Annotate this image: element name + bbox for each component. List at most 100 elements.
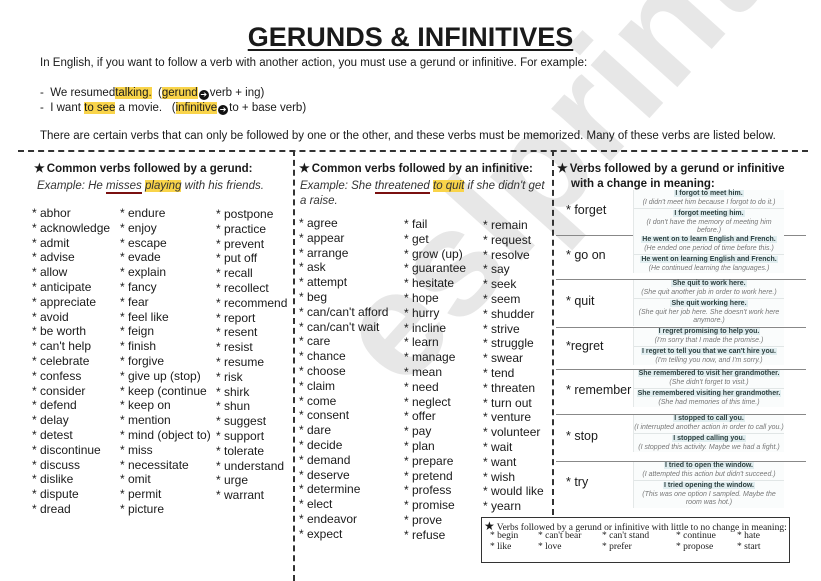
- verb-item: * feign: [120, 324, 155, 339]
- example-sentence: She quit to work here.: [671, 280, 747, 287]
- verb-item: * consent: [299, 408, 350, 423]
- verb-item: * yearn: [483, 499, 522, 514]
- meaning-verb: * try: [566, 475, 589, 489]
- verb-item: * mention: [120, 413, 171, 428]
- example-sentence: He went on learning English and French.: [640, 256, 778, 263]
- example-explanation: (He ended one period of time before this…: [644, 244, 774, 252]
- verb-item: * acknowledge: [32, 220, 111, 235]
- verb-item: * be worth: [32, 324, 87, 339]
- example-explanation: (I attempted this action but didn't succ…: [642, 470, 776, 478]
- verb-item: * venture: [483, 410, 532, 425]
- verb-item: * decide: [299, 437, 343, 452]
- verb-item: * want: [483, 454, 517, 469]
- example-explanation: (I didn't meet him because I forgot to d…: [642, 198, 776, 206]
- gerund-column-1: * abhor * acknowledge * admit * advise * all…: [32, 206, 110, 517]
- verb-item: * fear: [120, 294, 149, 309]
- verb-item: * necessitate: [120, 457, 189, 472]
- verb-item: * can/can't afford: [299, 304, 389, 319]
- verb-item: * would like: [483, 484, 544, 499]
- verb-item: * tolerate: [216, 443, 265, 458]
- verb-item: * appear: [299, 230, 345, 245]
- verb-item: * wait: [483, 439, 513, 454]
- example-gerund-line: - We resumedtalking. (gerund ➔ verb + ing): [40, 87, 265, 100]
- verb-item: * admit: [32, 235, 70, 250]
- verb-item: * chance: [299, 349, 346, 364]
- verb-item: * celebrate: [32, 353, 90, 368]
- verb-item: * fail: [404, 217, 428, 231]
- verb-item: * feel like: [120, 309, 169, 324]
- verb-item: * learn: [404, 335, 439, 350]
- verb-item: * anticipate: [32, 279, 92, 294]
- verb-item: * pretend: [404, 468, 453, 483]
- star-icon: ★: [34, 161, 45, 175]
- verb-item: * shun: [216, 399, 251, 414]
- verb-item: * practice: [216, 221, 267, 236]
- example-sentence: She quit working here.: [670, 300, 748, 307]
- verb-item: * refuse: [404, 527, 446, 542]
- infinitive-example: Example: She threatened to quit if she d…: [300, 180, 545, 207]
- verb-item: * defend: [32, 398, 77, 413]
- verb-item: * shirk: [216, 384, 250, 399]
- verb-item: * ask: [299, 260, 326, 275]
- gerund-column-3: * postpone * practice * prevent * put off * …: [216, 207, 287, 503]
- verb-item: * plan: [404, 438, 435, 453]
- example-sentence: I forgot to meet him.: [674, 190, 744, 197]
- verb-item: * resume: [216, 354, 265, 369]
- verb-item: * agree: [299, 216, 338, 230]
- verb-item: * care: [299, 334, 331, 349]
- verb-item: * mean: [404, 364, 443, 379]
- verb-item: * finish: [120, 339, 157, 354]
- example-sentence: I tried to open the window.: [663, 462, 754, 469]
- meaning-verb: * go on: [566, 248, 606, 262]
- divider-vertical: [293, 150, 295, 581]
- example-explanation: (I stopped this activity. Maybe we had a…: [638, 443, 780, 451]
- verb-item: * resent: [216, 325, 258, 340]
- verb-item: * attempt: [299, 275, 348, 290]
- verb-item: * suggest: [216, 414, 267, 429]
- verb-item: * volunteer: [483, 425, 541, 440]
- divider-vertical: [552, 150, 554, 515]
- verb-item: * grow (up): [404, 246, 463, 261]
- verb-item: * can't stand: [602, 531, 650, 541]
- verb-item: * permit: [120, 487, 162, 502]
- verb-item: * seem: [483, 291, 521, 306]
- star-icon: ★: [557, 161, 568, 175]
- star-icon: ★: [299, 161, 310, 175]
- verb-item: * recall: [216, 266, 253, 281]
- meaning-verb: * quit: [566, 294, 595, 308]
- verb-item: * consider: [32, 383, 86, 398]
- verb-item: * put off: [216, 251, 258, 266]
- verb-item: * hurry: [404, 305, 440, 320]
- verb-item: * advise: [32, 250, 75, 265]
- meaning-examples: She remembered to visit her grandmother.…: [633, 370, 784, 407]
- verb-item: * escape: [120, 235, 167, 250]
- infinitive-column-2: * fail * get * grow (up) * guarantee * hesit…: [404, 217, 466, 543]
- example-infinitive-line: - I want to see a movie. (infinitive ➔ to …: [40, 102, 307, 115]
- verb-item: * dispute: [32, 487, 79, 502]
- verb-item: * seek: [483, 277, 517, 292]
- verb-item: * choose: [299, 363, 346, 378]
- verb-item: * neglect: [404, 394, 451, 409]
- example-sentence: She remembered visiting her grandmother.: [636, 390, 782, 397]
- verb-item: * manage: [404, 350, 456, 365]
- example-sentence: I regret promising to help you.: [657, 328, 761, 335]
- verb-item: * shudder: [483, 306, 535, 321]
- verb-item: * report: [216, 310, 256, 325]
- verb-item: * get: [404, 231, 429, 246]
- intro-text: In English, if you want to follow a verb…: [40, 57, 588, 69]
- meaning-verb: *regret: [566, 339, 604, 353]
- verb-item: * continue: [676, 531, 716, 541]
- verb-item: * claim: [299, 378, 336, 393]
- verb-item: * endeavor: [299, 511, 358, 526]
- verb-item: * avoid: [32, 309, 69, 324]
- meaning-examples: I tried to open the window. (I attempted …: [633, 462, 784, 508]
- example-sentence: I stopped calling you.: [672, 435, 746, 442]
- example-sentence: He went on to learn English and French.: [641, 236, 777, 243]
- verb-item: * picture: [120, 501, 165, 516]
- verb-item: * wish: [483, 469, 516, 484]
- verb-item: * prevent: [216, 236, 265, 251]
- verb-item: * appreciate: [32, 294, 97, 309]
- verb-item: * need: [404, 379, 439, 394]
- verb-item: * prepare: [404, 453, 454, 468]
- verb-item: * miss: [120, 442, 153, 457]
